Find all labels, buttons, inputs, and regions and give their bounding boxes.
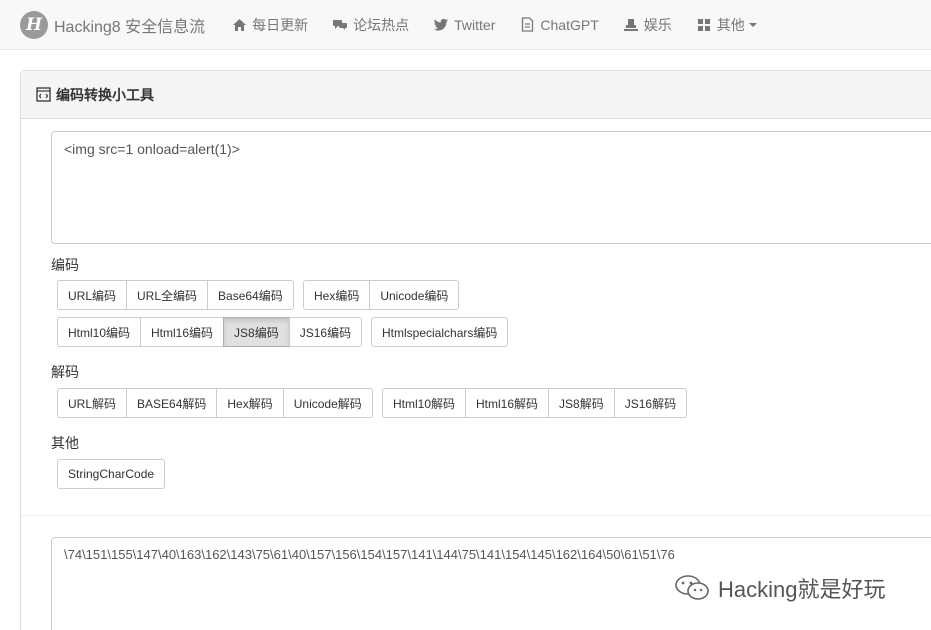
url-encode-button[interactable]: URL编码 xyxy=(57,280,128,310)
html10-decode-button[interactable]: Html10解码 xyxy=(382,388,467,418)
nav-item-label: Twitter xyxy=(454,16,496,33)
decode-group-2: Html10解码 Html16解码 JS8解码 JS16解码 xyxy=(382,388,688,418)
chevron-down-icon xyxy=(748,22,757,27)
encode-group-1: URL编码 URL全编码 Base64编码 xyxy=(57,280,294,310)
brand-link[interactable]: H Hacking8 安全信息流 xyxy=(0,10,217,39)
comments-icon xyxy=(332,17,348,33)
nav-item-label: ChatGPT xyxy=(540,16,599,33)
file-icon xyxy=(519,17,535,33)
nav-item-label: 论坛热点 xyxy=(353,16,410,33)
hex-decode-button[interactable]: Hex解码 xyxy=(216,388,284,418)
unicode-encode-button[interactable]: Unicode编码 xyxy=(369,280,460,310)
panel-heading: 编码转换小工具 xyxy=(21,71,931,119)
encode-section-label: 编码 xyxy=(51,257,79,273)
js8-encode-button[interactable]: JS8编码 xyxy=(223,317,290,347)
encode-group-3: Html10编码 Html16编码 JS8编码 JS16编码 xyxy=(57,317,363,347)
encoder-panel: 编码转换小工具 <img src=1 onload=alert(1)> 编码 U… xyxy=(20,70,931,630)
nav-item-twitter[interactable]: Twitter xyxy=(433,17,495,33)
js16-decode-button[interactable]: JS16解码 xyxy=(613,388,688,418)
html16-decode-button[interactable]: Html16解码 xyxy=(465,388,550,418)
twitter-icon xyxy=(433,17,449,33)
html10-encode-button[interactable]: Html10编码 xyxy=(57,317,142,347)
nav-item-forum[interactable]: 论坛热点 xyxy=(332,15,409,35)
unicode-decode-button[interactable]: Unicode解码 xyxy=(282,388,373,418)
url-full-encode-button[interactable]: URL全编码 xyxy=(126,280,209,310)
top-navbar: H Hacking8 安全信息流 每日更新 论坛热点 Twitter ChatG… xyxy=(0,0,931,50)
htmlspecialchars-encode-button[interactable]: Htmlspecialchars编码 xyxy=(371,317,509,347)
html16-encode-button[interactable]: Html16编码 xyxy=(140,317,225,347)
js8-decode-button[interactable]: JS8解码 xyxy=(548,388,615,418)
brand-title: Hacking8 安全信息流 xyxy=(54,18,206,36)
other-section-label: 其他 xyxy=(51,435,79,451)
input-textarea[interactable]: <img src=1 onload=alert(1)> xyxy=(51,131,931,244)
wechat-watermark: Hacking就是好玩 xyxy=(674,572,885,604)
user-desk-icon xyxy=(623,17,639,33)
nav-item-label: 每日更新 xyxy=(252,16,309,33)
base64-encode-button[interactable]: Base64编码 xyxy=(207,280,294,310)
hex-encode-button[interactable]: Hex编码 xyxy=(303,280,371,310)
nav-item-label: 娱乐 xyxy=(643,16,672,33)
url-decode-button[interactable]: URL解码 xyxy=(57,388,128,418)
code-window-icon xyxy=(36,87,51,102)
encode-group-2: Hex编码 Unicode编码 xyxy=(303,280,460,310)
nav-item-chatgpt[interactable]: ChatGPT xyxy=(519,16,599,33)
section-divider xyxy=(21,515,931,516)
nav-item-other-dropdown[interactable]: 其他 xyxy=(696,15,757,35)
home-icon xyxy=(231,17,247,33)
watermark-text: Hacking就是好玩 xyxy=(718,577,886,602)
decode-group-1: URL解码 BASE64解码 Hex解码 Unicode解码 xyxy=(57,388,373,418)
encode-group-4: Htmlspecialchars编码 xyxy=(371,317,509,347)
js16-encode-button[interactable]: JS16编码 xyxy=(288,317,363,347)
nav-item-entertainment[interactable]: 娱乐 xyxy=(623,15,672,35)
nav-item-label: 其他 xyxy=(716,16,745,33)
wechat-icon xyxy=(674,573,712,603)
nav-item-daily[interactable]: 每日更新 xyxy=(231,15,308,35)
decode-section-label: 解码 xyxy=(51,364,79,380)
other-group-1: StringCharCode xyxy=(57,459,166,489)
grid-icon xyxy=(696,17,712,33)
brand-logo: H xyxy=(20,10,48,39)
stringcharcode-button[interactable]: StringCharCode xyxy=(57,459,166,489)
panel-title: 编码转换小工具 xyxy=(56,86,154,103)
base64-decode-button[interactable]: BASE64解码 xyxy=(126,388,218,418)
